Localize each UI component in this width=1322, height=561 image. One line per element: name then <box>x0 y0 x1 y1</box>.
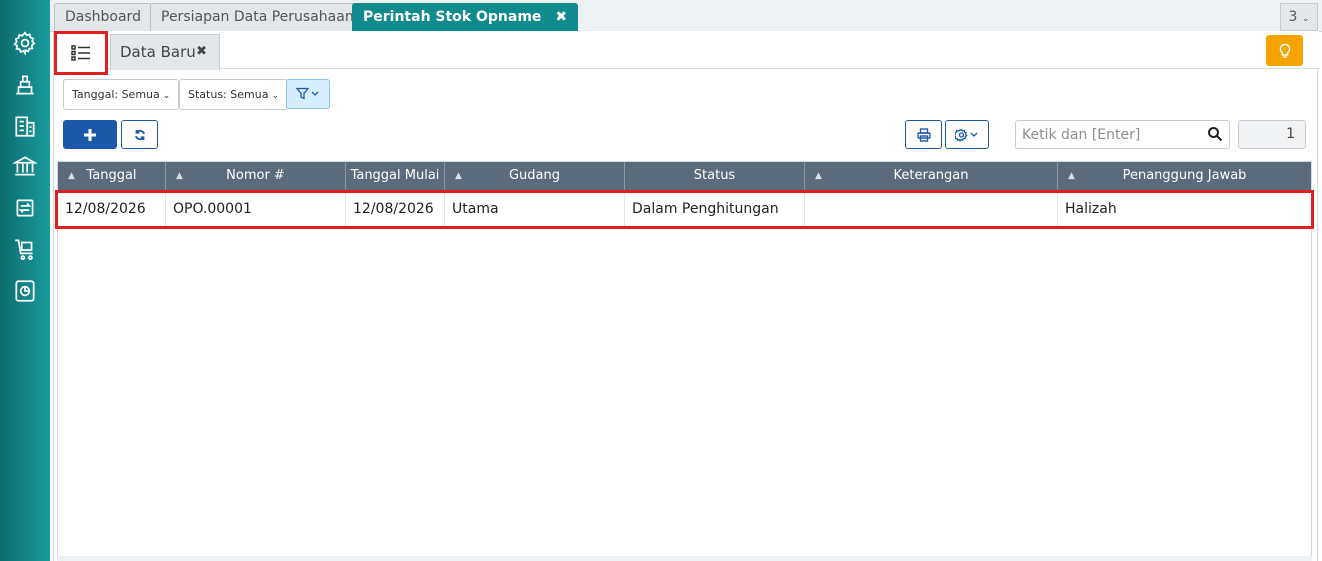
sub-tab-bar: Data Baru ✖ <box>54 31 1319 75</box>
sort-icon: ▲ <box>176 171 183 181</box>
page-number-field[interactable]: 1 <box>1238 120 1306 149</box>
inventory-icon[interactable] <box>12 72 38 98</box>
column-header-penanggung-jawab[interactable]: ▲ Penanggung Jawab <box>1058 162 1311 190</box>
close-icon[interactable]: ✖ <box>196 35 207 69</box>
tab-data-baru[interactable]: Data Baru ✖ <box>110 34 220 70</box>
column-header-tanggal-mulai[interactable]: Tanggal Mulai <box>346 162 445 190</box>
table-footer <box>57 556 1312 561</box>
cell-tanggal-mulai: 12/08/2026 <box>346 193 445 226</box>
tips-button[interactable] <box>1266 35 1303 66</box>
app-window: Dashboard Persiapan Data Perusahaan Peri… <box>0 0 1322 561</box>
cell-tanggal: 12/08/2026 <box>58 193 166 226</box>
plus-icon <box>84 128 96 141</box>
cell-penanggung-jawab: Halizah <box>1065 201 1117 217</box>
cell-gudang: Utama <box>445 193 625 226</box>
search-icon[interactable] <box>1207 126 1223 142</box>
printer-icon <box>916 127 931 142</box>
cell-status: Dalam Penghitungan <box>625 193 805 226</box>
column-label: Status <box>693 168 736 183</box>
column-header-status[interactable]: Status <box>625 162 805 190</box>
close-icon[interactable]: ✖ <box>555 9 567 25</box>
table-header: ▲ Tanggal ▲ Nomor # Tanggal Mulai ▲ Gudang … <box>58 162 1311 190</box>
cell-nomor: OPO.00001 <box>166 193 346 226</box>
building-icon[interactable] <box>12 113 38 139</box>
filter-label: Tanggal: Semua <box>72 88 160 101</box>
column-label: Tanggal <box>86 168 137 183</box>
top-tab-bar: Dashboard Persiapan Data Perusahaan Peri… <box>50 0 1322 32</box>
status-filter-dropdown[interactable]: Status: Semua ⌄ <box>179 79 288 110</box>
advanced-filter-button[interactable] <box>286 79 330 109</box>
tab-count-dropdown[interactable]: 3 ⌄ <box>1280 3 1318 31</box>
column-label: Keterangan <box>893 168 969 183</box>
gear-icon <box>955 128 978 142</box>
gear-icon[interactable] <box>12 30 38 56</box>
chevron-down-icon: ⌄ <box>1301 14 1310 24</box>
settings-dropdown-button[interactable] <box>945 120 989 149</box>
tab-label: Dashboard <box>65 9 141 25</box>
tab-label: Persiapan Data Perusahaan <box>161 9 354 25</box>
report-icon[interactable] <box>12 278 38 304</box>
tab-persiapan-data-perusahaan[interactable]: Persiapan Data Perusahaan <box>150 3 365 32</box>
cell-keterangan <box>805 193 1058 226</box>
sort-icon: ▲ <box>815 171 822 181</box>
bank-icon[interactable] <box>11 153 39 179</box>
column-header-tanggal[interactable]: ▲ Tanggal <box>58 162 166 190</box>
table-row[interactable]: 12/08/2026 OPO.00001 12/08/2026 Utama Da… <box>55 190 1314 229</box>
cart-icon[interactable] <box>12 236 38 262</box>
tab-label: Data Baru <box>120 43 196 61</box>
filter-label: Status: Semua <box>188 88 269 101</box>
sort-icon: ▲ <box>1068 171 1075 181</box>
tab-label: Perintah Stok Opname <box>363 9 542 25</box>
column-header-gudang[interactable]: ▲ Gudang <box>445 162 625 190</box>
chevron-down-icon: ⌄ <box>162 91 171 101</box>
sidebar <box>0 0 50 561</box>
main-panel: Data Baru ✖ Tanggal: Semua ⌄ Status: Semu… <box>53 31 1319 561</box>
tab-count: 3 <box>1288 9 1298 25</box>
lightbulb-icon <box>1279 43 1290 58</box>
data-table: ▲ Tanggal ▲ Nomor # Tanggal Mulai ▲ Gudang … <box>55 161 1314 557</box>
column-label: Tanggal Mulai <box>350 168 440 183</box>
chevron-down-icon: ⌄ <box>271 91 279 101</box>
sort-icon: ▲ <box>455 171 462 181</box>
transfer-icon[interactable] <box>12 195 38 221</box>
column-header-nomor[interactable]: ▲ Nomor # <box>166 162 346 190</box>
tab-perintah-stok-opname[interactable]: Perintah Stok Opname ✖ <box>352 3 579 32</box>
tab-dashboard[interactable]: Dashboard <box>54 3 152 32</box>
sort-icon: ▲ <box>68 171 75 181</box>
list-view-button[interactable] <box>54 31 108 75</box>
list-icon <box>71 45 90 61</box>
tanggal-filter-dropdown[interactable]: Tanggal: Semua ⌄ <box>63 79 180 110</box>
search-box <box>1015 120 1230 149</box>
search-input[interactable] <box>1016 121 1201 148</box>
column-label: Penanggung Jawab <box>1122 168 1247 183</box>
column-label: Nomor # <box>226 168 285 183</box>
print-button[interactable] <box>905 120 942 149</box>
refresh-icon <box>134 129 145 140</box>
column-label: Gudang <box>508 168 561 183</box>
filter-icon <box>296 87 319 100</box>
column-header-keterangan[interactable]: ▲ Keterangan <box>805 162 1058 190</box>
add-button[interactable] <box>63 120 117 149</box>
refresh-button[interactable] <box>121 120 158 149</box>
